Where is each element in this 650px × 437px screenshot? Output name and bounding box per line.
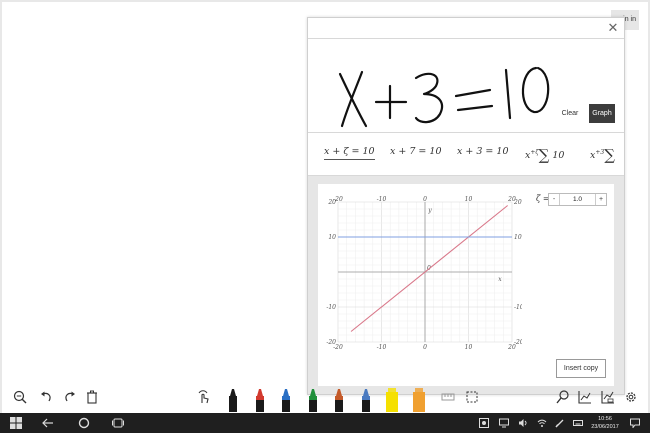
increment-button[interactable]: + (595, 194, 606, 205)
candidate-3[interactable]: x + 3 = 10 (457, 146, 509, 157)
search-icon[interactable] (555, 389, 571, 405)
recognition-candidates: x + ζ = 10 x + 7 = 10 x + 3 = 10 x+ζ∑ 10… (308, 133, 624, 175)
settings-icon[interactable] (623, 389, 639, 405)
close-icon[interactable]: ✕ (606, 21, 620, 35)
whiteboard-canvas[interactable]: in in ✕ Clear Graph x + ζ = 10 x + 7 = 1… (0, 0, 650, 433)
y-axis-label: y (427, 207, 432, 214)
y-tick-label-right: -20 (514, 339, 522, 346)
zoom-out-icon[interactable] (12, 389, 28, 405)
clock-date: 23/06/2017 (591, 424, 619, 430)
redo-icon[interactable] (62, 389, 78, 405)
clock[interactable]: 10:56 23/06/2017 (589, 415, 621, 431)
taskbar: 10:56 23/06/2017 (0, 413, 650, 433)
x-tick-label-top: 0 (423, 196, 427, 203)
pen-multi-icon[interactable] (359, 388, 373, 412)
y-tick-label-left: 10 (328, 234, 336, 241)
pen-ink-icon[interactable] (553, 413, 567, 433)
y-tick-label-left: 20 (327, 199, 336, 206)
function-plot[interactable]: -20-20-10-100010102020-20-20-10-10101020… (326, 192, 522, 350)
x-axis-label: x (498, 276, 502, 283)
clock-time: 10:56 (598, 416, 612, 422)
x-tick-label-bottom: 0 (423, 344, 427, 350)
cortana-icon[interactable] (74, 413, 94, 433)
ruler-icon[interactable] (440, 389, 456, 405)
table-graph-icon[interactable] (600, 389, 616, 405)
x-tick-label-top: 10 (465, 196, 473, 203)
graph-card: -20-20-10-100010102020-20-20-10-10101020… (318, 184, 614, 386)
zeta-value[interactable]: 1.0 (560, 194, 595, 205)
candidate-2[interactable]: x + 7 = 10 (390, 146, 442, 157)
task-view-icon[interactable] (108, 413, 128, 433)
y-tick-label-right: -10 (514, 304, 522, 311)
x-tick-label-bottom: 10 (465, 344, 473, 350)
start-icon[interactable] (0, 413, 32, 433)
y-tick-label-right: 20 (513, 199, 522, 206)
graph-button[interactable]: Graph (589, 104, 615, 123)
highlighter-orange-icon[interactable] (412, 388, 426, 412)
divider (308, 38, 624, 39)
series-line-1 (350, 205, 508, 332)
notifications-icon[interactable] (628, 413, 642, 433)
back-icon[interactable] (38, 413, 58, 433)
y-tick-label-left: -10 (326, 304, 336, 311)
clear-button[interactable]: Clear (557, 106, 583, 122)
wifi-icon[interactable] (535, 413, 549, 433)
candidate-5[interactable]: x+3∑ (590, 146, 615, 164)
y-tick-label-right: 10 (514, 234, 522, 241)
graph-area: -20-20-10-100010102020-20-20-10-10101020… (308, 176, 624, 394)
record-icon[interactable] (477, 413, 491, 433)
graph-icon[interactable] (577, 389, 593, 405)
pen-green-icon[interactable] (306, 388, 320, 412)
handwritten-equation (338, 66, 550, 128)
insert-copy-button[interactable]: Insert copy (556, 359, 606, 378)
volume-icon[interactable] (516, 413, 530, 433)
frame-left (0, 0, 2, 433)
decrement-button[interactable]: - (549, 194, 560, 205)
highlighter-yellow-icon[interactable] (385, 388, 399, 412)
candidate-4[interactable]: x+ζ∑ 10 (525, 146, 564, 164)
pen-blue-icon[interactable] (279, 388, 293, 412)
pen-red-icon[interactable] (253, 388, 267, 412)
candidate-1[interactable]: x + ζ = 10 (324, 146, 375, 160)
select-icon[interactable] (464, 389, 480, 405)
pen-black-icon[interactable] (226, 388, 240, 412)
x-tick-label-bottom: -10 (377, 344, 387, 350)
keyboard-icon[interactable] (571, 413, 585, 433)
zeta-stepper: - 1.0 + (548, 193, 607, 206)
touch-write-icon[interactable] (196, 389, 212, 405)
undo-icon[interactable] (38, 389, 54, 405)
delete-icon[interactable] (84, 389, 100, 405)
display-icon[interactable] (497, 413, 511, 433)
pen-galaxy-icon[interactable] (332, 388, 346, 412)
x-tick-label-top: -10 (377, 196, 387, 203)
y-tick-label-left: -20 (326, 339, 336, 346)
frame-top (0, 0, 650, 2)
math-assistant-panel: ✕ Clear Graph x + ζ = 10 x + 7 = 10 x + … (307, 17, 625, 395)
